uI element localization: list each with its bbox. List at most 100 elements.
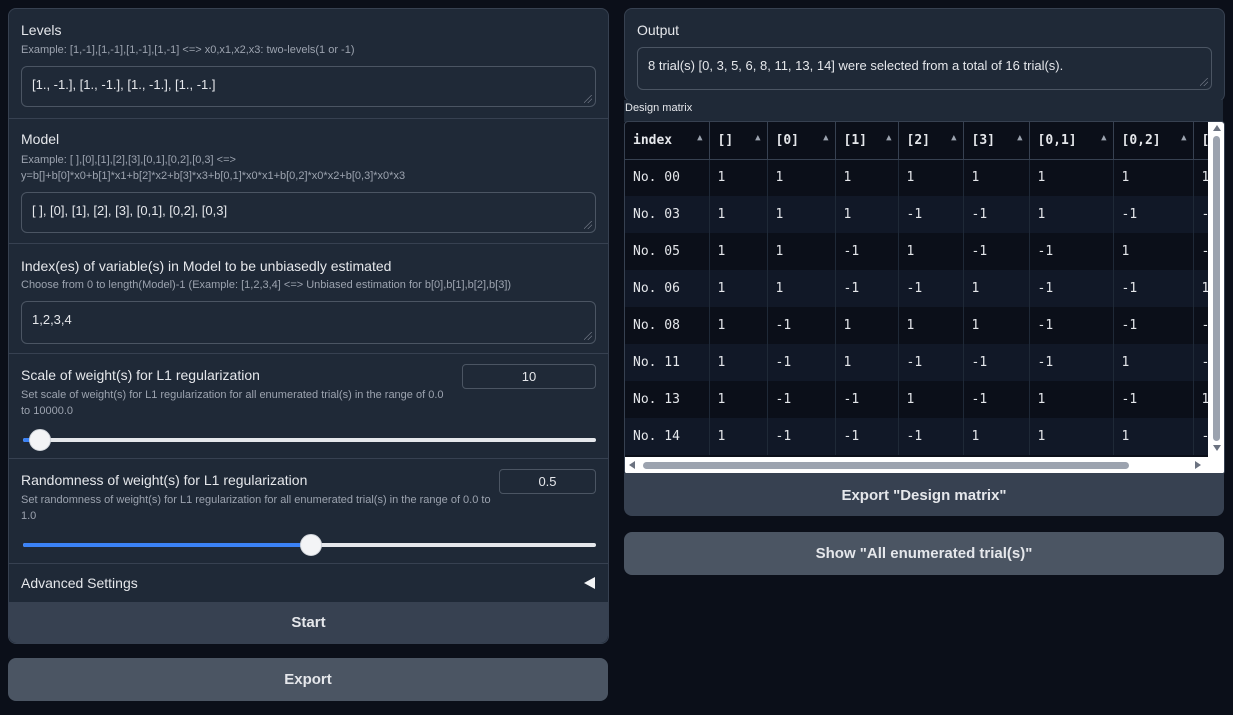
table-cell: - [1193, 196, 1208, 233]
resize-grip-icon[interactable] [584, 332, 592, 340]
sort-arrow-icon[interactable]: ▲ [951, 133, 962, 143]
model-label: Model [21, 131, 60, 147]
column-header[interactable]: [ [1193, 122, 1208, 160]
table-cell: 1 [835, 307, 899, 344]
table-row: No. 081-1111-1-1- [625, 307, 1208, 344]
output-label: Output [637, 22, 680, 38]
table-cell: -1 [1113, 270, 1194, 307]
table-cell: -1 [767, 307, 836, 344]
horizontal-scroll-thumb[interactable] [643, 462, 1129, 469]
unbiased-label: Index(es) of variable(s) in Model to be … [21, 258, 392, 274]
unbiased-input[interactable]: 1,2,3,4 [21, 301, 596, 344]
scale-info-line2: to 10000.0 [21, 405, 73, 417]
randomness-slider-thumb[interactable] [300, 534, 322, 556]
resize-grip-icon[interactable] [584, 95, 592, 103]
table-cell: 1 [1113, 233, 1194, 270]
table-cell: 1 [963, 159, 1030, 196]
table-row: No. 0511-11-1-11- [625, 233, 1208, 270]
table-cell: 1 [1029, 381, 1114, 418]
sort-arrow-icon[interactable]: ▲ [755, 133, 766, 143]
table-cell: No. 08 [625, 307, 710, 344]
randomness-slider[interactable] [23, 534, 596, 556]
scale-slider-thumb[interactable] [29, 429, 51, 451]
table-cell: 1 [835, 196, 899, 233]
table-cell: -1 [963, 381, 1030, 418]
advanced-settings-toggle[interactable]: Advanced Settings [9, 564, 608, 602]
column-header[interactable]: [2] ▲ [898, 122, 964, 160]
randomness-info-line1: Set randomness of weight(s) for L1 regul… [21, 494, 491, 506]
table-cell: 1 [898, 159, 964, 196]
table-cell: 1 [709, 233, 768, 270]
output-textbox[interactable]: 8 trial(s) [0, 3, 5, 6, 8, 11, 13, 14] w… [637, 47, 1212, 90]
table-cell: 1 [898, 233, 964, 270]
levels-block: Levels Example: [1,-1],[1,-1],[1,-1],[1,… [9, 9, 608, 119]
resize-grip-icon[interactable] [584, 221, 592, 229]
scale-block: Scale of weight(s) for L1 regularization… [9, 354, 608, 459]
scroll-up-icon[interactable] [1213, 125, 1221, 131]
table-cell: -1 [767, 344, 836, 381]
table-cell: 1 [767, 270, 836, 307]
output-value: 8 trial(s) [0, 3, 5, 6, 8, 11, 13, 14] w… [648, 58, 1064, 73]
sort-arrow-icon[interactable]: ▲ [823, 133, 834, 143]
levels-input[interactable]: [1., -1.], [1., -1.], [1., -1.], [1., -1… [21, 66, 596, 107]
table-cell: 1 [767, 233, 836, 270]
table-cell: -1 [1029, 307, 1114, 344]
column-header[interactable]: [0,2] ▲ [1113, 122, 1194, 160]
scroll-down-icon[interactable] [1213, 445, 1221, 451]
table-cell: -1 [898, 418, 964, 455]
table-cell: -1 [1113, 381, 1194, 418]
table-cell: 1 [767, 159, 836, 196]
table-cell: 1 [709, 307, 768, 344]
table-cell: -1 [1029, 233, 1114, 270]
scale-number-input[interactable]: 10 [462, 364, 596, 389]
export-design-matrix-button[interactable]: Export "Design matrix" [624, 473, 1224, 516]
start-button[interactable]: Start [9, 602, 608, 643]
table-cell: 1 [709, 381, 768, 418]
model-input[interactable]: [ ], [0], [1], [2], [3], [0,1], [0,2], [… [21, 192, 596, 233]
table-cell: 1 [835, 159, 899, 196]
column-header[interactable]: [3] ▲ [963, 122, 1030, 160]
show-all-trials-button[interactable]: Show "All enumerated trial(s)" [624, 532, 1224, 575]
sort-arrow-icon[interactable]: ▲ [697, 133, 708, 143]
randomness-slider-fill [23, 543, 310, 547]
table-cell: 1 [835, 344, 899, 381]
table-cell: -1 [963, 196, 1030, 233]
column-header[interactable]: index ▲ [625, 122, 710, 160]
scroll-left-icon[interactable] [629, 461, 635, 469]
table-cell: -1 [898, 196, 964, 233]
sort-arrow-icon[interactable]: ▲ [1017, 133, 1028, 143]
column-header-label: [0,1] [1037, 132, 1077, 148]
table-cell: No. 13 [625, 381, 710, 418]
table-cell: 1 [709, 344, 768, 381]
table-cell: 1 [963, 270, 1030, 307]
column-header[interactable]: [1] ▲ [835, 122, 899, 160]
vertical-scroll-thumb[interactable] [1213, 136, 1220, 441]
sort-arrow-icon[interactable]: ▲ [1181, 133, 1192, 143]
table-cell: -1 [1113, 196, 1194, 233]
table-cell: - [1193, 418, 1208, 455]
table-cell: - [1193, 307, 1208, 344]
column-header[interactable]: [0] ▲ [767, 122, 836, 160]
table-cell: No. 06 [625, 270, 710, 307]
table-cell: 1 [709, 270, 768, 307]
table-cell: 1 [1113, 418, 1194, 455]
table-viewport: index ▲ [] ▲ [0] ▲ [1] ▲ [2] ▲ [3] ▲ [0,1] ▲ [0,2] ▲ [ N… [625, 122, 1208, 457]
horizontal-scrollbar[interactable] [625, 457, 1224, 474]
table-cell: 1 [963, 307, 1030, 344]
scroll-right-icon[interactable] [1195, 461, 1201, 469]
sort-arrow-icon[interactable]: ▲ [886, 133, 897, 143]
table-cell: -1 [1029, 344, 1114, 381]
table-cell: -1 [1113, 307, 1194, 344]
sort-arrow-icon[interactable]: ▲ [1101, 133, 1112, 143]
column-header[interactable]: [0,1] ▲ [1029, 122, 1114, 160]
scale-slider[interactable] [23, 429, 596, 451]
randomness-number-input[interactable]: 0.5 [499, 469, 596, 494]
output-panel: Output 8 trial(s) [0, 3, 5, 6, 8, 11, 13… [624, 8, 1225, 102]
column-header[interactable]: [] ▲ [709, 122, 768, 160]
vertical-scrollbar[interactable] [1209, 122, 1224, 457]
resize-grip-icon[interactable] [1200, 78, 1208, 86]
export-button[interactable]: Export [8, 658, 608, 701]
table-row: No. 03111-1-11-1- [625, 196, 1208, 233]
table-header-row: index ▲ [] ▲ [0] ▲ [1] ▲ [2] ▲ [3] ▲ [0,1] ▲ [0,2] ▲ [ [625, 122, 1208, 160]
table-cell: -1 [835, 381, 899, 418]
